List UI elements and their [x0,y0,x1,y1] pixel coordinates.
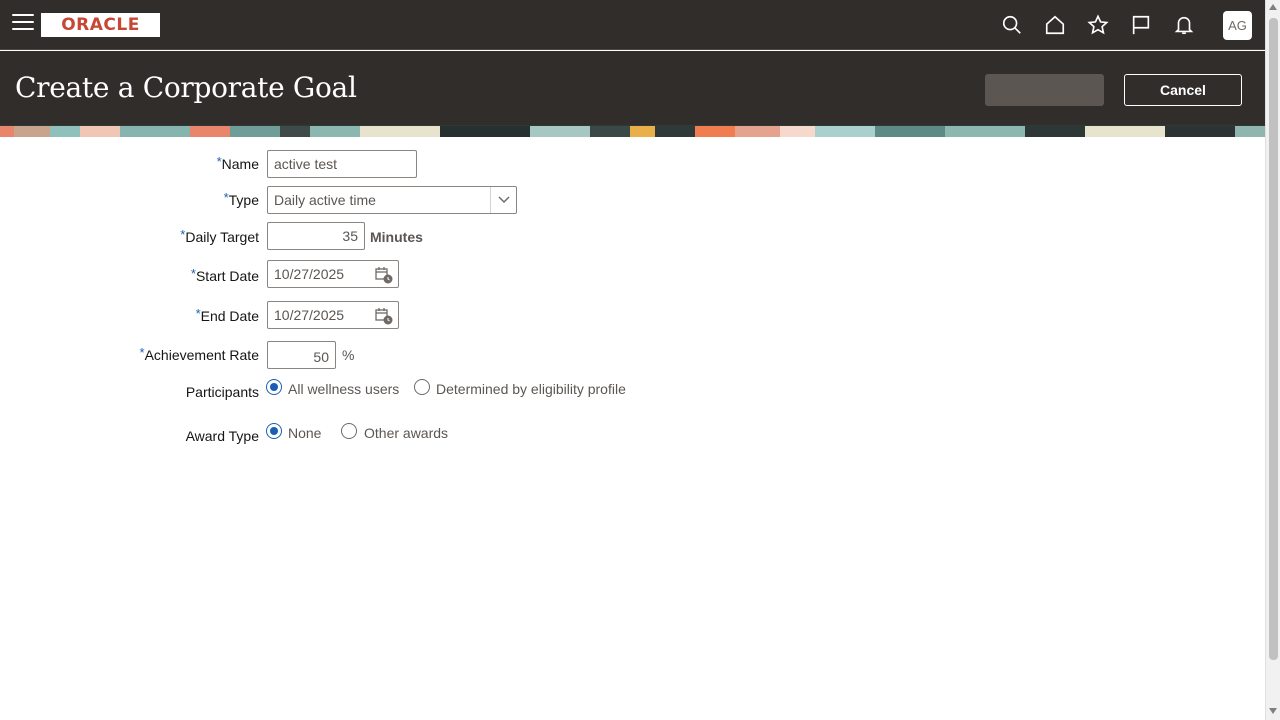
calendar-icon[interactable] [375,266,393,284]
scroll-thumb[interactable] [1269,18,1278,660]
award-other-label[interactable]: Other awards [364,425,448,441]
achievement-rate-input[interactable]: 50 [267,341,336,369]
achievement-rate-label: *Achievement Rate [139,345,259,363]
daily-target-unit: Minutes [370,229,423,245]
star-icon[interactable] [1076,0,1119,50]
page-scrollbar[interactable] [1265,0,1280,720]
home-icon[interactable] [1033,0,1076,50]
decorative-banner [0,125,1265,137]
award-none-label[interactable]: None [288,425,321,441]
cancel-button[interactable]: Cancel [1124,74,1242,106]
award-other-radio[interactable] [341,423,357,439]
end-date-input[interactable]: 10/27/2025 [267,301,399,329]
daily-target-input[interactable]: 35 [267,222,365,250]
participants-eligibility-label[interactable]: Determined by eligibility profile [436,381,626,397]
participants-eligibility-radio[interactable] [414,379,430,395]
start-date-input[interactable]: 10/27/2025 [267,260,399,288]
achievement-rate-unit: % [342,347,355,363]
participants-all-label[interactable]: All wellness users [288,381,399,397]
search-icon[interactable] [990,0,1033,50]
global-icons [990,0,1205,50]
flag-icon[interactable] [1119,0,1162,50]
save-button-disabled [985,74,1104,106]
bell-icon[interactable] [1162,0,1205,50]
scroll-down-icon[interactable] [1269,708,1277,714]
scroll-up-icon[interactable] [1269,4,1277,10]
type-select[interactable]: Daily active time [267,186,517,214]
chevron-down-icon[interactable] [490,187,516,213]
page-title: Create a Corporate Goal [15,71,357,104]
menu-icon[interactable] [12,14,34,34]
page-header: Create a Corporate Goal Cancel [0,51,1265,125]
calendar-icon[interactable] [375,307,393,325]
award-type-label: Award Type [185,428,259,444]
name-label: *Name [216,154,259,172]
name-input[interactable]: active test [267,150,417,178]
participants-label: Participants [185,384,259,400]
corporate-goal-form: *Name active test *Type Daily active tim… [0,137,1265,720]
start-date-label: *Start Date [190,266,259,284]
oracle-logo[interactable]: ORACLE [41,13,160,37]
global-header: ORACLE AG [0,0,1265,50]
type-label: *Type [223,190,259,208]
user-avatar[interactable]: AG [1223,11,1252,40]
end-date-label: *End Date [195,306,259,324]
participants-all-radio[interactable] [266,379,282,395]
daily-target-label: *Daily Target [180,227,259,245]
award-none-radio[interactable] [266,423,282,439]
